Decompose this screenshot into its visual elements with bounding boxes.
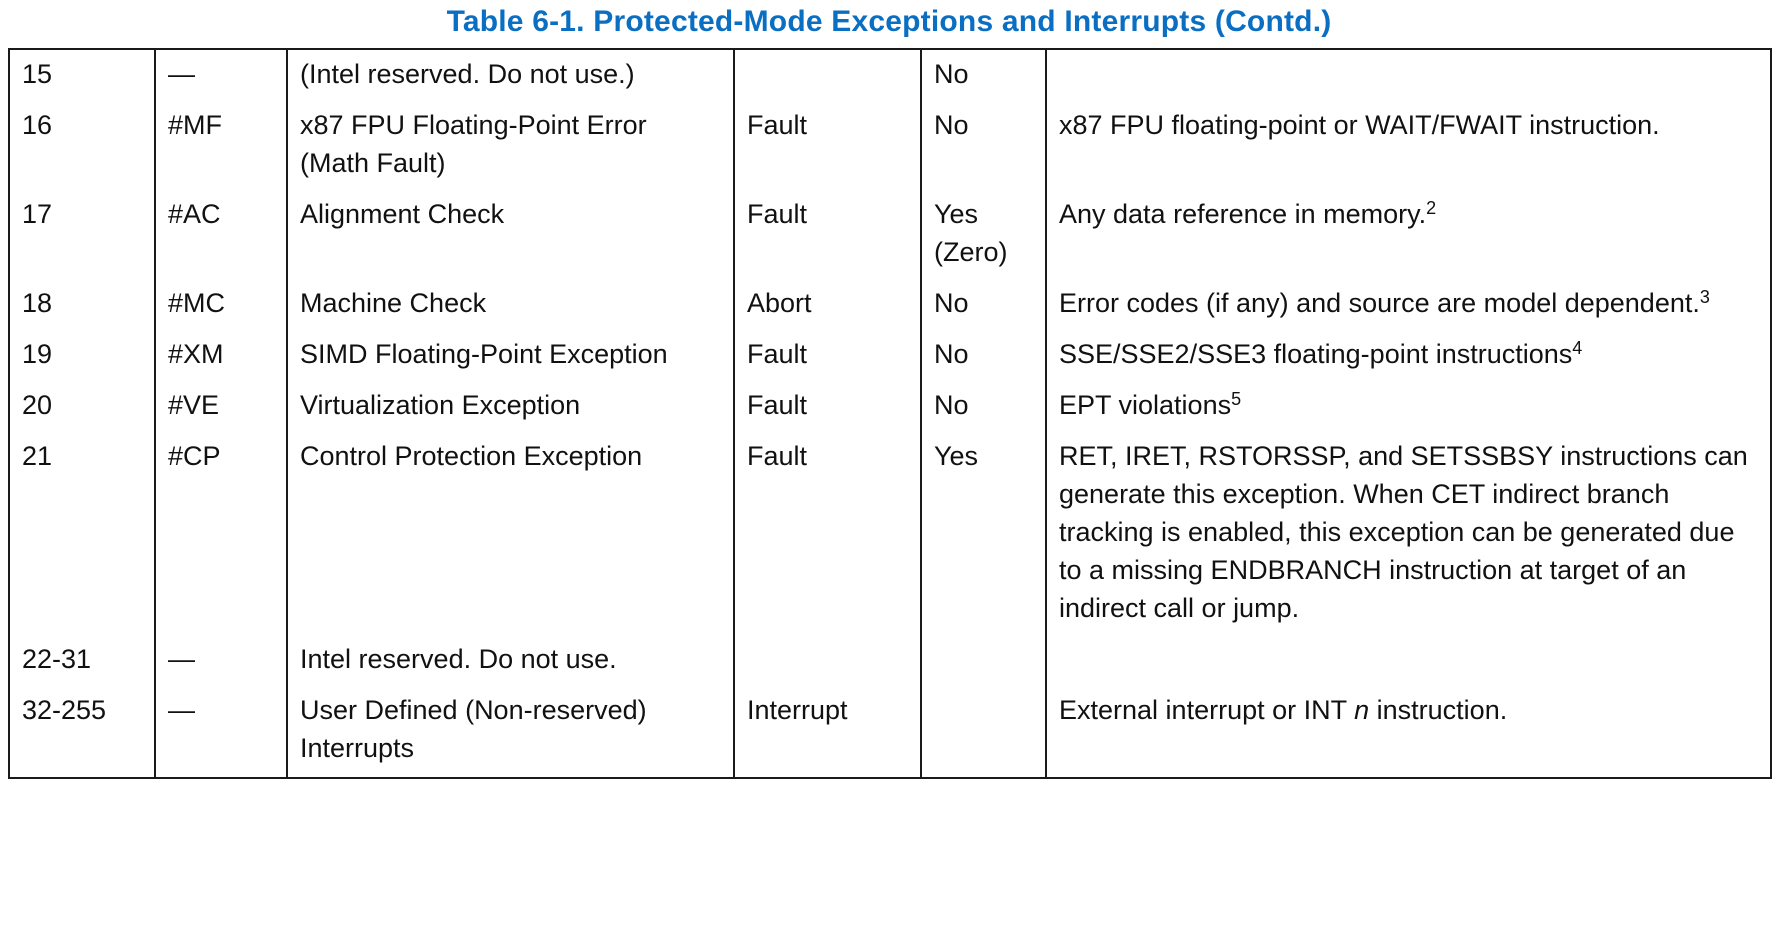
- error-code-cell: [920, 686, 1047, 779]
- description-cell: x87 FPU Floating-Point Error (Math Fault…: [286, 101, 735, 190]
- table-row: 20 #VE Virtualization Exception Fault No…: [8, 381, 1772, 432]
- source-text: Error codes (if any) and source are mode…: [1059, 288, 1700, 318]
- type-cell: Fault: [733, 432, 922, 635]
- mnemonic-cell: #CP: [154, 432, 288, 635]
- source-text-pre: External interrupt or INT: [1059, 695, 1355, 725]
- description-cell: Control Protection Exception: [286, 432, 735, 635]
- vector-cell: 21: [8, 432, 156, 635]
- type-cell: Interrupt: [733, 686, 922, 779]
- type-cell: Fault: [733, 381, 922, 432]
- type-cell: [733, 48, 922, 101]
- source-text: Any data reference in memory.: [1059, 199, 1427, 229]
- footnote-ref: 5: [1231, 389, 1242, 409]
- source-cell: SSE/SSE2/SSE3 floating-point instruction…: [1045, 330, 1772, 381]
- table-row: 22-31 — Intel reserved. Do not use.: [8, 635, 1772, 686]
- source-cell: EPT violations5: [1045, 381, 1772, 432]
- mnemonic-cell: —: [154, 686, 288, 779]
- mnemonic-cell: #MF: [154, 101, 288, 190]
- mnemonic-cell: #VE: [154, 381, 288, 432]
- vector-cell: 15: [8, 48, 156, 101]
- mnemonic-cell: —: [154, 48, 288, 101]
- table-row: 21 #CP Control Protection Exception Faul…: [8, 432, 1772, 635]
- table-row: 19 #XM SIMD Floating-Point Exception Fau…: [8, 330, 1772, 381]
- source-text: SSE/SSE2/SSE3 floating-point instruction…: [1059, 339, 1573, 369]
- vector-cell: 22-31: [8, 635, 156, 686]
- error-code-cell: No: [920, 330, 1047, 381]
- footnote-ref: 3: [1699, 287, 1710, 307]
- mnemonic-cell: #AC: [154, 190, 288, 279]
- description-cell: SIMD Floating-Point Exception: [286, 330, 735, 381]
- source-cell: RET, IRET, RSTORSSP, and SETSSBSY instru…: [1045, 432, 1772, 635]
- error-code-cell: Yes: [920, 432, 1047, 635]
- table-title: Table 6-1. Protected-Mode Exceptions and…: [446, 5, 1332, 38]
- vector-cell: 20: [8, 381, 156, 432]
- table-row: 17 #AC Alignment Check Fault Yes (Zero) …: [8, 190, 1772, 279]
- vector-cell: 19: [8, 330, 156, 381]
- error-code-cell: Yes (Zero): [920, 190, 1047, 279]
- mnemonic-cell: #MC: [154, 279, 288, 330]
- source-text: EPT violations: [1059, 390, 1232, 420]
- source-cell: External interrupt or INT n instruction.: [1045, 686, 1772, 779]
- description-cell: Alignment Check: [286, 190, 735, 279]
- description-cell: Machine Check: [286, 279, 735, 330]
- mnemonic-cell: #XM: [154, 330, 288, 381]
- footnote-ref: 2: [1426, 198, 1437, 218]
- error-code-cell: No: [920, 101, 1047, 190]
- description-cell: User Defined (Non-reserved) Interrupts: [286, 686, 735, 779]
- source-cell: Error codes (if any) and source are mode…: [1045, 279, 1772, 330]
- type-cell: Abort: [733, 279, 922, 330]
- error-code-cell: No: [920, 381, 1047, 432]
- table-row: 16 #MF x87 FPU Floating-Point Error (Mat…: [8, 101, 1772, 190]
- description-cell: Virtualization Exception: [286, 381, 735, 432]
- type-cell: [733, 635, 922, 686]
- table-row: 15 — (Intel reserved. Do not use.) No: [8, 48, 1772, 101]
- type-cell: Fault: [733, 101, 922, 190]
- vector-cell: 16: [8, 101, 156, 190]
- source-text-italic: n: [1354, 695, 1370, 725]
- footnote-ref: 4: [1572, 338, 1583, 358]
- source-cell: x87 FPU floating-point or WAIT/FWAIT ins…: [1045, 101, 1772, 190]
- description-cell: Intel reserved. Do not use.: [286, 635, 735, 686]
- source-cell: [1045, 48, 1772, 101]
- type-cell: Fault: [733, 190, 922, 279]
- description-cell: (Intel reserved. Do not use.): [286, 48, 735, 101]
- error-code-cell: No: [920, 279, 1047, 330]
- vector-cell: 17: [8, 190, 156, 279]
- source-cell: Any data reference in memory.2: [1045, 190, 1772, 279]
- exceptions-table: 15 — (Intel reserved. Do not use.) No 16…: [8, 48, 1772, 779]
- mnemonic-cell: —: [154, 635, 288, 686]
- source-cell: [1045, 635, 1772, 686]
- vector-cell: 18: [8, 279, 156, 330]
- error-code-cell: [920, 635, 1047, 686]
- table-row: 18 #MC Machine Check Abort No Error code…: [8, 279, 1772, 330]
- error-code-cell: No: [920, 48, 1047, 101]
- table-row: 32-255 — User Defined (Non-reserved) Int…: [8, 686, 1772, 779]
- source-text-post: instruction.: [1369, 695, 1508, 725]
- vector-cell: 32-255: [8, 686, 156, 779]
- type-cell: Fault: [733, 330, 922, 381]
